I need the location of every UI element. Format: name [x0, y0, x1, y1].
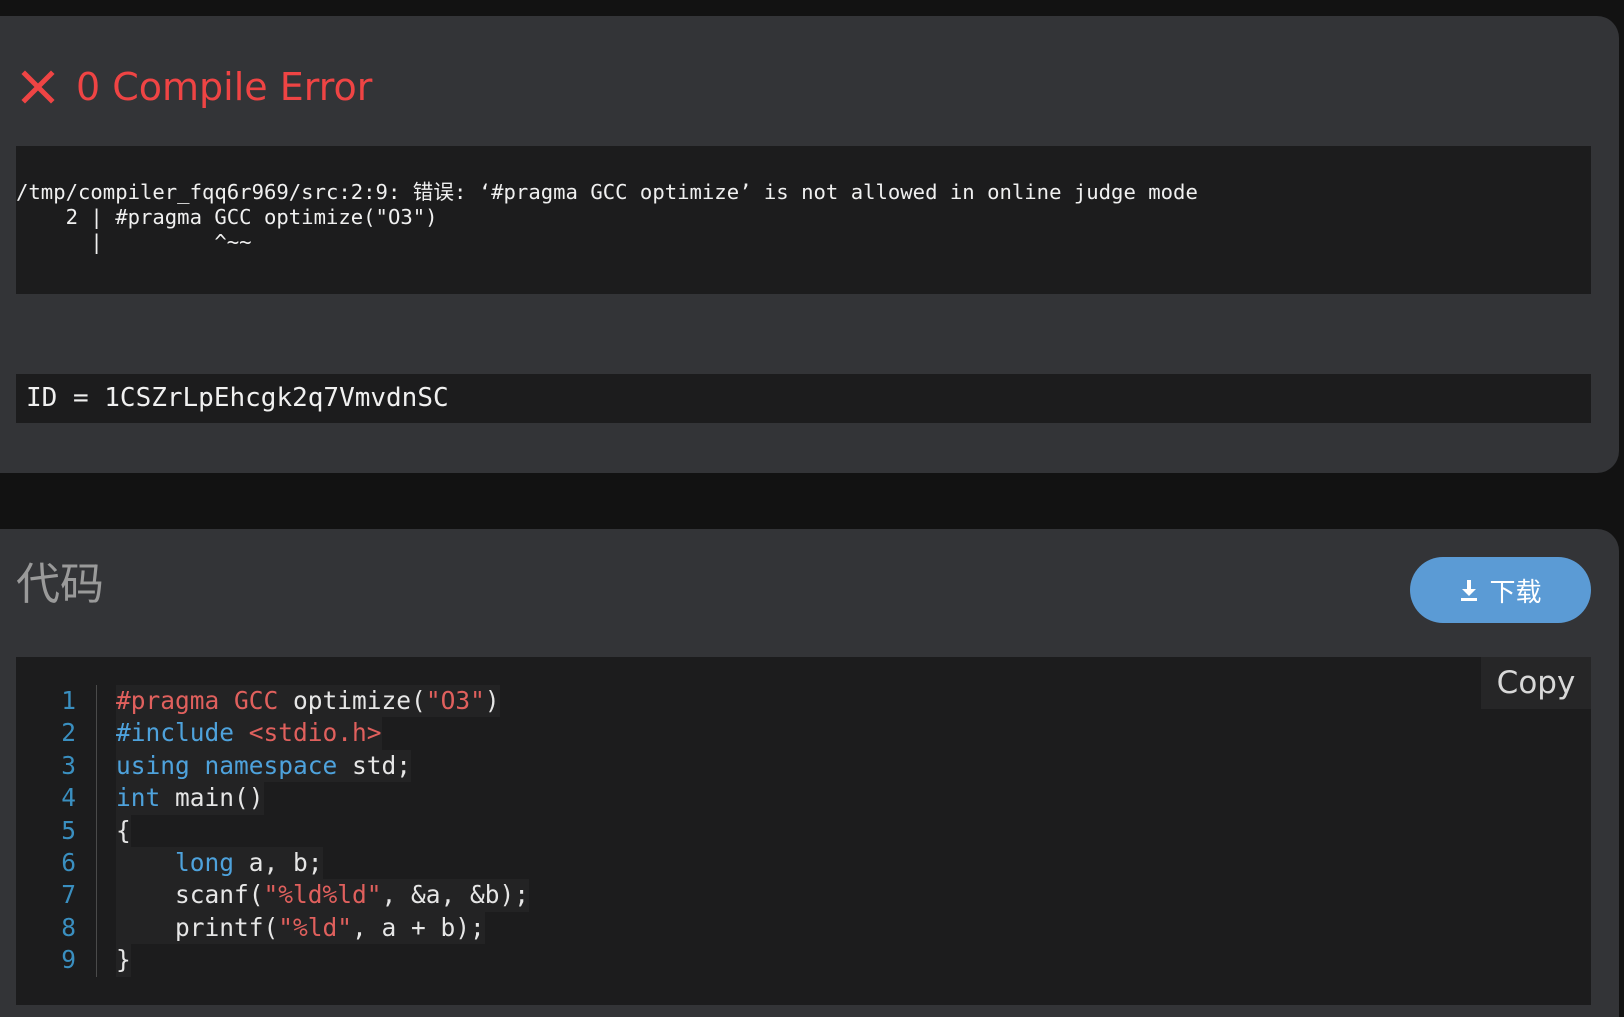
- submission-id: ID = 1CSZrLpEhcgk2q7VmvdnSC: [16, 374, 1591, 423]
- code-token: printf(: [116, 912, 279, 942]
- code-token: ): [484, 686, 500, 715]
- line-number: 4: [61, 783, 76, 813]
- code-line: 9}: [16, 944, 529, 977]
- code-section-title: 代码: [16, 559, 104, 610]
- code-token: <stdio.h>: [248, 718, 382, 748]
- compile-output: /tmp/compiler_fqq6r969/src:2:9: 错误: ‘#pr…: [16, 146, 1591, 294]
- line-code: #include <stdio.h>: [116, 717, 382, 750]
- line-code: }: [116, 944, 131, 977]
- code-token: , &a, &b);: [381, 880, 530, 910]
- line-number: 9: [61, 945, 76, 975]
- line-code: int main(): [116, 782, 264, 815]
- code-token: namespace: [204, 750, 338, 780]
- code-token: #pragma: [116, 686, 220, 715]
- code-token: a, b;: [234, 847, 323, 877]
- code-line: 8 printf("%ld", a + b);: [16, 911, 529, 945]
- code-line: 4 int main(): [16, 782, 529, 815]
- code-line: 6 long a, b;: [16, 846, 529, 880]
- line-number: 6: [61, 847, 76, 877]
- code-line: 1 #pragma GCC optimize("O3"): [16, 685, 529, 718]
- code-line: 3 using namespace std;: [16, 749, 529, 783]
- code-token: "O3": [425, 686, 485, 715]
- code-token: "%ld%ld": [263, 880, 382, 910]
- code-token: scanf(: [116, 880, 264, 910]
- page: 0 Compile Error /tmp/compiler_fqq6r969/s…: [0, 0, 1624, 1017]
- line-number: 1: [61, 686, 76, 715]
- status-text: 0 Compile Error: [76, 65, 373, 109]
- line-code: long a, b;: [116, 846, 323, 880]
- code-token: optimize(: [278, 686, 426, 715]
- code-line: 5{: [16, 814, 529, 847]
- close-icon: [21, 70, 55, 104]
- line-number: 3: [61, 750, 76, 780]
- line-number: 8: [61, 912, 76, 942]
- code-token: main(): [160, 783, 264, 813]
- code-token: "%ld": [278, 912, 353, 942]
- code-line: 2 #include <stdio.h>: [16, 717, 529, 750]
- code-line: 7 scanf("%ld%ld", &a, &b);: [16, 879, 530, 912]
- result-card: 0 Compile Error /tmp/compiler_fqq6r969/s…: [0, 16, 1619, 473]
- line-number: 2: [61, 718, 76, 748]
- code-token: GCC: [234, 686, 279, 715]
- line-number: 5: [61, 815, 76, 845]
- code-token: long: [175, 847, 235, 877]
- code-token: using: [116, 750, 190, 780]
- line-number: 7: [61, 880, 76, 910]
- code-token: int: [116, 783, 161, 813]
- line-code: {: [116, 814, 131, 847]
- download-button[interactable]: 下载: [1410, 557, 1591, 623]
- line-code: #pragma GCC optimize("O3"): [116, 685, 500, 718]
- line-code: scanf("%ld%ld", &a, &b);: [116, 879, 530, 912]
- code-lines: 1 #pragma GCC optimize("O3") 2 #include <st…: [16, 685, 530, 977]
- code-token: #include: [116, 718, 235, 748]
- code-token: }: [116, 945, 131, 975]
- code-card: 代码 下载 1 #pragma GCC optimize("O3") 2 #inclu…: [0, 529, 1619, 1017]
- copy-button[interactable]: Copy: [1481, 657, 1591, 709]
- line-code: using namespace std;: [116, 749, 412, 783]
- code-viewer[interactable]: 1 #pragma GCC optimize("O3") 2 #include <st…: [16, 657, 1591, 1005]
- status-header: 0 Compile Error: [20, 68, 372, 106]
- download-label: 下载: [1489, 577, 1542, 608]
- download-icon: [1461, 580, 1478, 601]
- code-token: , a + b);: [352, 912, 485, 942]
- line-code: printf("%ld", a + b);: [116, 911, 485, 945]
- code-token: {: [116, 815, 131, 845]
- code-token: std;: [337, 750, 412, 780]
